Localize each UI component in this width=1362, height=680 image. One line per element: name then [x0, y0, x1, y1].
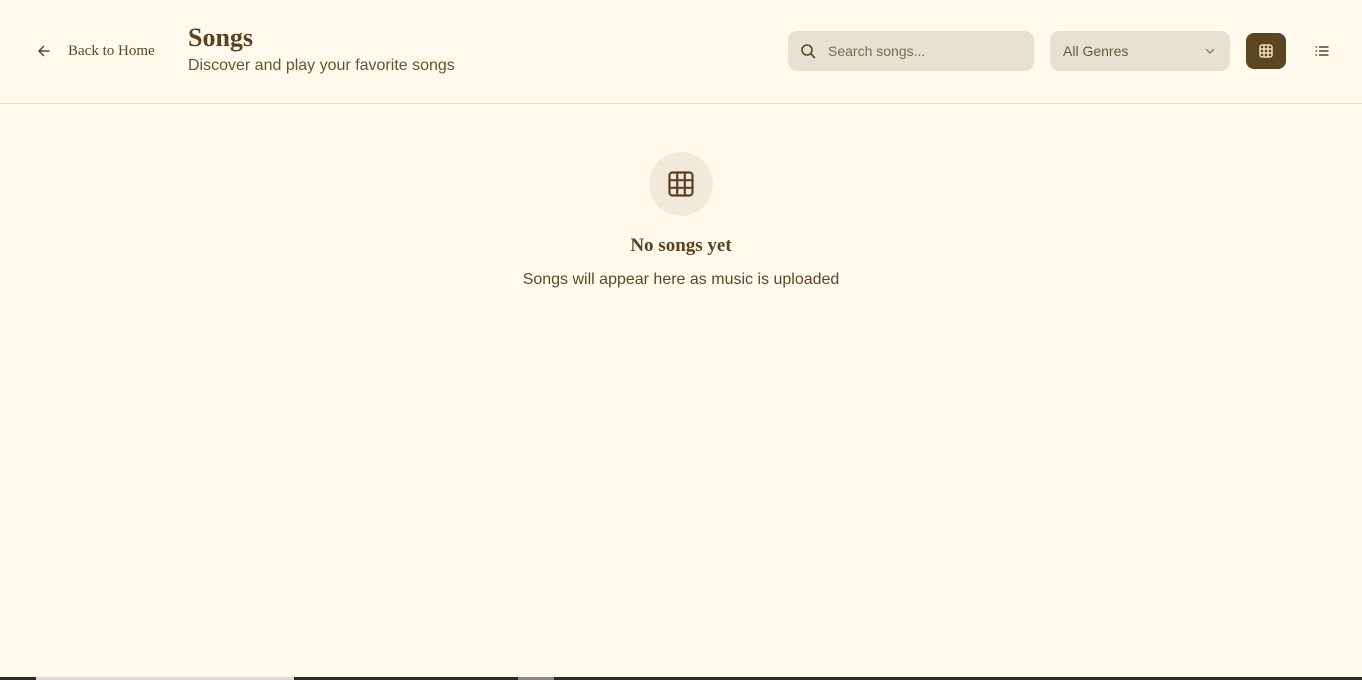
title-block: Songs Discover and play your favorite so… — [188, 22, 455, 76]
grid-icon — [1259, 44, 1273, 58]
search-input[interactable] — [828, 31, 1024, 71]
empty-state: No songs yet Songs will appear here as m… — [0, 152, 1362, 290]
chevron-down-icon — [1205, 48, 1215, 54]
grid-icon — [668, 171, 694, 197]
empty-state-message: Songs will appear here as music is uploa… — [522, 271, 840, 288]
arrow-left-icon — [38, 45, 50, 57]
empty-state-icon-circle — [649, 152, 713, 216]
grid-view-button[interactable] — [1246, 33, 1286, 69]
list-view-button[interactable] — [1302, 33, 1342, 69]
genre-filter-select[interactable]: All Genres — [1050, 31, 1230, 71]
list-icon — [1315, 46, 1329, 56]
search-icon — [801, 44, 816, 59]
page-title: Songs — [188, 23, 254, 52]
search-box — [788, 31, 1034, 71]
back-to-home-label: Back to Home — [68, 42, 155, 59]
genre-filter-value: All Genres — [1063, 43, 1129, 59]
songs-page: Back to Home Songs Discover and play you… — [0, 0, 1362, 680]
page-subtitle: Discover and play your favorite songs — [188, 57, 455, 74]
back-to-home-link[interactable]: Back to Home — [36, 38, 155, 64]
empty-state-title: No songs yet — [630, 235, 732, 256]
page-header: Back to Home Songs Discover and play you… — [0, 0, 1362, 104]
